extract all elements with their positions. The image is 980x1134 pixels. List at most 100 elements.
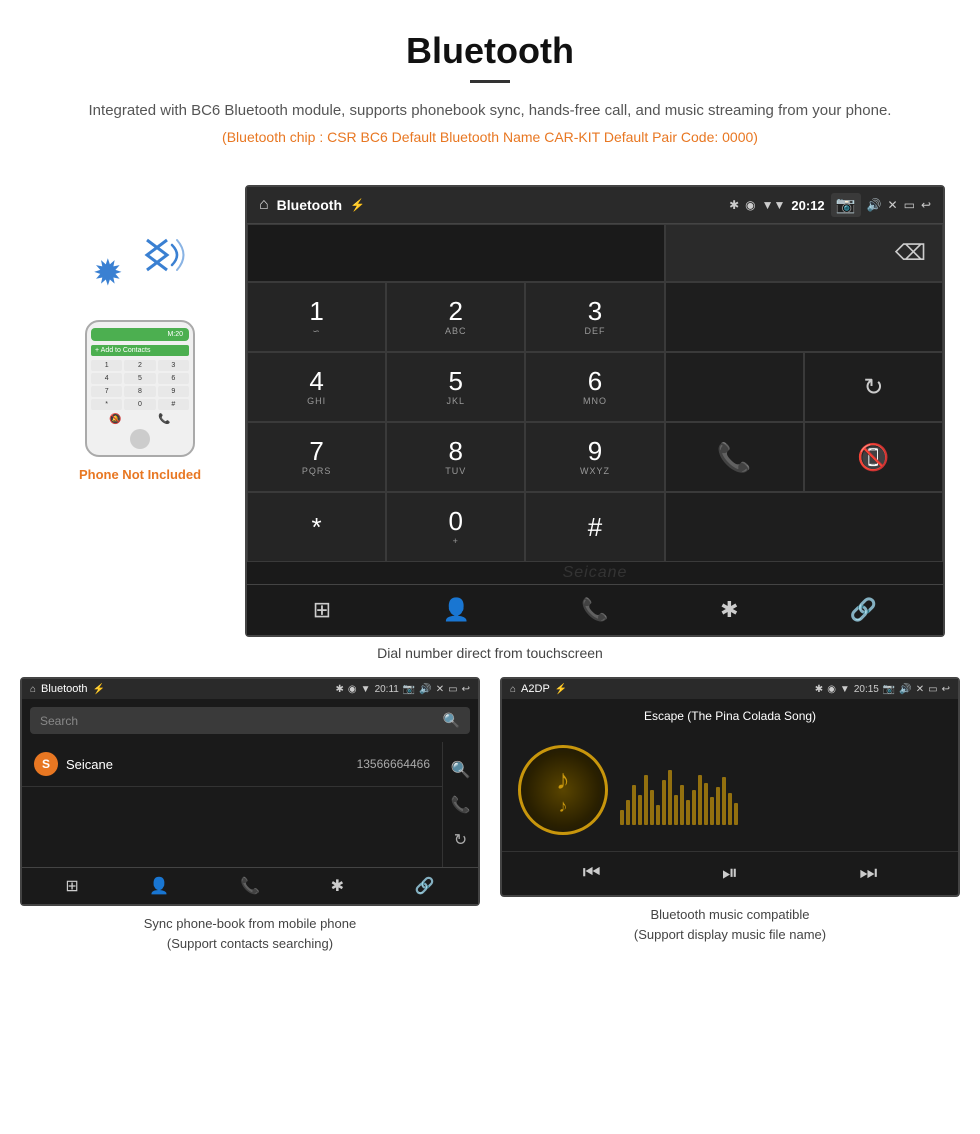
dial-empty-2 [665,352,804,422]
music-note-icon: ♪ [556,796,570,817]
pb-search-side-icon[interactable]: 🔍 [451,760,471,780]
music-win-icon: ▭ [928,684,937,695]
nav-contacts-icon[interactable]: 👤 [443,597,470,623]
bar-9 [668,770,672,825]
stereo-bottom-nav: ⊞ 👤 📞 ✱ 🔗 [247,584,943,635]
volume-icon[interactable]: 🔊 [867,198,882,212]
pb-link-icon[interactable]: 🔗 [415,876,435,896]
phonebook-bottom-nav: ⊞ 👤 📞 ✱ 🔗 [22,867,478,904]
nav-link-icon[interactable]: 🔗 [850,597,877,623]
pb-refresh-side-icon[interactable]: ↻ [454,830,467,850]
pb-contacts-icon[interactable]: 👤 [149,876,169,896]
phone-topbar: M:20 [91,328,189,341]
page-specs: (Bluetooth chip : CSR BC6 Default Blueto… [20,129,960,145]
refresh-button[interactable]: ↻ [804,352,943,422]
bar-12 [686,800,690,825]
music-statusbar: ⌂ A2DP ⚡ ✱ ◉ ▼ 20:15 📷 🔊 ✕ ▭ ↩ [502,679,958,699]
window-icon[interactable]: ▭ [904,198,915,212]
music-home-icon[interactable]: ⌂ [510,684,516,695]
mini-win-icon: ▭ [448,684,457,695]
music-visualizer [620,755,942,825]
music-bt-symbol: ♪ [556,764,570,796]
camera-icon-box[interactable]: 📷 [831,193,861,217]
backspace-button[interactable]: ⌫ [665,224,943,282]
music-screen: ⌂ A2DP ⚡ ✱ ◉ ▼ 20:15 📷 🔊 ✕ ▭ ↩ [500,677,960,897]
mini-x-icon: ✕ [436,684,444,695]
screen-title: Bluetooth [277,197,342,213]
phone-not-included-label: Phone Not Included [79,467,201,482]
contact-row[interactable]: S Seicane 13566664466 [22,742,442,787]
mini-usb-icon: ⚡ [93,684,105,695]
music-back-icon: ↩ [942,684,950,695]
music-gps-icon: ◉ [827,684,836,695]
pb-grid-icon[interactable]: ⊞ [65,876,78,896]
mini-gps-icon: ◉ [348,684,357,695]
dial-key-0[interactable]: 0 + [386,492,525,562]
bar-1 [620,810,624,825]
phonebook-item: ⌂ Bluetooth ⚡ ✱ ◉ ▼ 20:11 📷 🔊 ✕ ▭ ↩ [20,677,480,953]
dial-key-1[interactable]: 1 ∽ [247,282,386,352]
bar-5 [644,775,648,825]
music-vol-icon: 🔊 [899,684,911,695]
title-divider [470,80,510,83]
contact-name: Seicane [66,757,349,772]
bar-11 [680,785,684,825]
main-stereo-screen: ⌂ Bluetooth ⚡ ✱ ◉ ▼▼ 20:12 📷 🔊 ✕ ▭ ↩ [245,185,945,637]
dial-key-4[interactable]: 4 GHI [247,352,386,422]
phonebook-search-box[interactable]: Search 🔍 [30,707,470,734]
music-screen-title: A2DP [521,683,550,695]
bar-15 [704,783,708,825]
dial-display [247,224,665,282]
pb-bt-icon[interactable]: ✱ [331,876,344,896]
mini-vol-icon: 🔊 [419,684,431,695]
call-button[interactable]: 📞 [665,422,804,492]
next-button[interactable]: ⏭ [859,862,877,885]
main-status-bar: ⌂ Bluetooth ⚡ ✱ ◉ ▼▼ 20:12 📷 🔊 ✕ ▭ ↩ [247,187,943,224]
music-info [620,755,942,825]
phone-keypad: 1 2 3 4 5 6 7 8 9 * 0 # [91,360,189,410]
home-icon[interactable]: ⌂ [259,196,269,214]
backspace-icon: ⌫ [895,240,926,266]
music-controls: ⏮ ⏯ ⏭ [502,851,958,895]
pb-phone-icon[interactable]: 📞 [240,876,260,896]
dial-key-hash[interactable]: # [525,492,664,562]
dial-key-6[interactable]: 6 MNO [525,352,664,422]
phonebook-search-area: Search 🔍 [22,699,478,742]
bar-17 [716,787,720,825]
bar-20 [734,803,738,825]
dial-key-8[interactable]: 8 TUV [386,422,525,492]
dial-key-star[interactable]: * [247,492,386,562]
phone-left-area: ✹ M:20 + Add to Contacts 1 2 [35,185,245,482]
mini-time: 20:11 [375,684,399,695]
play-pause-button[interactable]: ⏯ [722,862,738,885]
music-usb-icon: ⚡ [555,684,567,695]
mini-home-icon[interactable]: ⌂ [30,684,36,695]
dial-key-2[interactable]: 2 ABC [386,282,525,352]
dial-key-5[interactable]: 5 JKL [386,352,525,422]
prev-button[interactable]: ⏮ [583,862,601,885]
music-cam-icon: 📷 [883,684,895,695]
dial-key-9[interactable]: 9 WXYZ [525,422,664,492]
dial-key-3[interactable]: 3 DEF [525,282,664,352]
phonebook-caption: Sync phone-book from mobile phone (Suppo… [144,914,356,953]
hangup-icon: 📵 [857,442,889,473]
nav-grid-icon[interactable]: ⊞ [313,597,331,623]
back-icon[interactable]: ↩ [921,198,931,212]
mini-signal-icon: ▼ [361,684,371,695]
bar-8 [662,780,666,825]
mini-back-icon: ↩ [462,684,470,695]
dial-key-7[interactable]: 7 PQRS [247,422,386,492]
hangup-button[interactable]: 📵 [804,422,943,492]
contact-list-empty [22,787,442,867]
phonebook-screen-title: Bluetooth [41,683,87,695]
dial-empty-3 [665,492,943,562]
contact-avatar: S [34,752,58,776]
pb-phone-side-icon[interactable]: 📞 [451,795,471,815]
close-icon[interactable]: ✕ [888,198,898,212]
camera-icon: 📷 [836,197,856,214]
nav-bluetooth-icon[interactable]: ✱ [720,597,738,623]
bt-status-icon: ✱ [729,198,739,212]
usb-icon: ⚡ [350,198,365,212]
contact-number: 13566664466 [357,757,430,771]
nav-phone-icon[interactable]: 📞 [581,597,608,623]
